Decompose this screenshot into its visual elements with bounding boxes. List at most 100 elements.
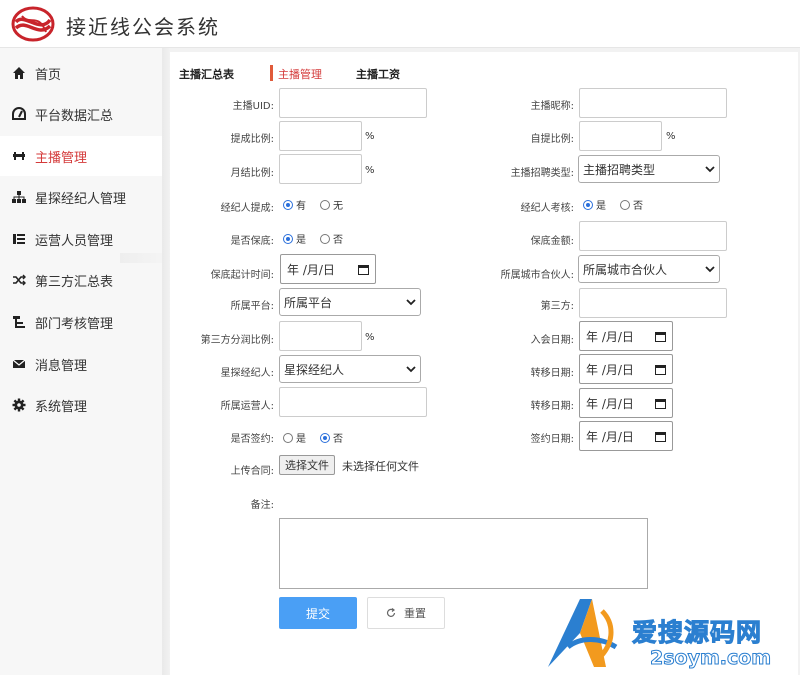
nickname-input[interactable] [579,88,727,118]
main-content: 主播汇总表 主播管理 主播工资 主播UID: 主播昵称: 提成比例: % 自提比… [170,52,798,675]
radio-yes[interactable] [283,432,293,443]
sidebar-item-third-party[interactable]: 第三方汇总表 [0,260,162,300]
guarantee-amount-label: 保底金额: [530,236,574,247]
sidebar-item-system[interactable]: 系统管理 [0,385,162,425]
guarantee-start-label: 保底起计时间: [210,270,274,281]
tab-anchor-management[interactable]: 主播管理 [278,66,322,82]
choose-file-button[interactable]: 选择文件 [279,455,335,475]
third-split-label: 第三方分润比例: [200,335,274,346]
reset-button[interactable]: 重置 [367,597,445,629]
anchor-icon [12,149,26,163]
platform-label: 所属平台: [230,301,274,312]
sidebar-item-home[interactable]: 首页 [0,53,162,93]
agent-commission-label: 经纪人提成: [220,203,274,214]
radio-have[interactable] [283,199,293,210]
date-placeholder: 年 /月/日 [586,429,634,444]
scout-value: 星探经纪人 [284,362,345,377]
sidebar-item-anchor-management[interactable]: 主播管理 [0,136,162,176]
submit-button[interactable]: 提交 [279,597,357,629]
guarantee-start-date[interactable]: 年 /月/日 [280,254,376,284]
operator-label: 所属运营人: [220,401,274,412]
remark-textarea[interactable] [279,518,648,589]
recruit-type-select[interactable]: 主播招聘类型 [578,155,720,183]
percent-unit: % [666,131,676,142]
signed-radio-group: 是 否 [283,430,357,445]
tab-anchor-salary[interactable]: 主播工资 [356,66,400,82]
agent-commission-radio-group: 有 无 [283,197,357,212]
guarantee-amount-input[interactable] [579,221,727,251]
third-party-input[interactable] [579,288,727,318]
calendar-icon [655,364,666,375]
date-placeholder: 年 /月/日 [287,262,335,277]
sidebar-item-label: 系统管理 [35,399,88,415]
radio-no[interactable] [320,432,330,443]
percent-unit: % [365,165,375,176]
watermark-url: 2soym.com [649,647,772,670]
percent-unit: % [365,131,375,142]
city-partner-value: 所属城市合伙人 [583,262,668,277]
recruit-type-label: 主播招聘类型: [510,168,574,179]
guarantee-label: 是否保底: [230,236,274,247]
sidebar-item-department-assessment[interactable]: 部门考核管理 [0,302,162,342]
date-placeholder: 年 /月/日 [586,396,634,411]
nickname-label: 主播昵称: [530,101,574,112]
city-partner-select[interactable]: 所属城市合伙人 [578,255,720,283]
sign-date-input[interactable]: 年 /月/日 [579,421,673,451]
radio-no[interactable] [320,233,330,244]
transfer-date2-input[interactable]: 年 /月/日 [579,388,673,418]
transfer-date-label: 转移日期: [530,368,574,379]
sidebar-item-scout-agents[interactable]: 星探经纪人管理 [0,177,162,217]
sidebar-item-label: 部门考核管理 [35,316,114,332]
third-split-input[interactable] [279,321,362,351]
uid-input[interactable] [279,88,427,118]
join-date-input[interactable]: 年 /月/日 [579,321,673,351]
scout-select[interactable]: 星探经纪人 [279,355,421,383]
chevron-down-icon [705,266,715,273]
radio-no[interactable] [620,199,630,210]
tab-anchor-summary[interactable]: 主播汇总表 [179,66,234,82]
radio-yes[interactable] [583,199,593,210]
sidebar-item-label: 平台数据汇总 [35,108,114,124]
chevron-down-icon [705,166,715,173]
app-title: 接近线公会系统 [66,15,220,39]
sidebar-item-label: 星探经纪人管理 [35,191,127,207]
sidebar-item-label: 运营人员管理 [35,233,114,249]
self-commission-input[interactable] [579,121,662,151]
active-tab-marker [270,65,273,81]
third-party-label: 第三方: [540,301,574,312]
calendar-icon [655,398,666,409]
envelope-icon [12,357,26,371]
logo-icon [11,6,55,42]
commission-input[interactable] [279,121,362,151]
monthly-input[interactable] [279,154,362,184]
sitemap-icon [12,190,26,204]
gear-icon [12,398,26,412]
chevron-down-icon [406,299,416,306]
date-placeholder: 年 /月/日 [586,362,634,377]
calendar-icon [655,331,666,342]
join-date-label: 入会日期: [530,335,574,346]
monthly-label: 月结比例: [230,168,274,179]
sidebar-shadow [162,48,170,675]
platform-select[interactable]: 所属平台 [279,288,421,316]
transfer-date2-label: 转移日期: [530,401,574,412]
radio-none[interactable] [320,199,330,210]
percent-unit: % [365,332,375,343]
operator-input[interactable] [279,387,427,417]
signed-label: 是否签约: [230,434,274,445]
date-placeholder: 年 /月/日 [586,329,634,344]
file-status: 未选择任何文件 [342,460,419,473]
recruit-type-value: 主播招聘类型 [583,162,656,177]
transfer-date-input[interactable]: 年 /月/日 [579,354,673,384]
chevron-down-icon [406,366,416,373]
sign-date-label: 签约日期: [530,434,574,445]
sidebar-item-messages[interactable]: 消息管理 [0,344,162,384]
agent-assess-label: 经纪人考核: [520,203,574,214]
remark-label: 备注: [250,500,274,511]
sidebar-item-platform-summary[interactable]: 平台数据汇总 [0,94,162,134]
calendar-icon [358,264,369,275]
watermark-logo-icon [548,599,618,667]
platform-value: 所属平台 [284,295,333,310]
radio-yes[interactable] [283,233,293,244]
home-icon [12,66,26,80]
